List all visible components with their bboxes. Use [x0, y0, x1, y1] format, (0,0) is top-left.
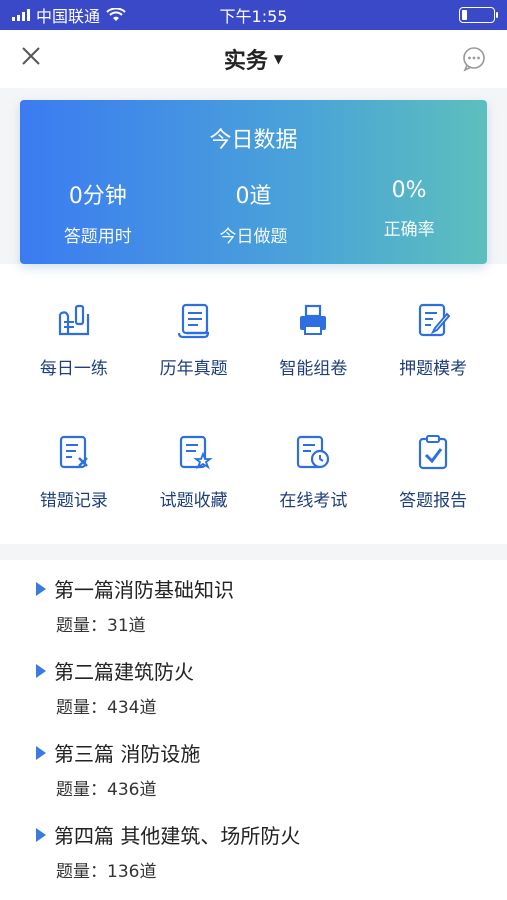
triangle-right-icon	[36, 745, 46, 760]
close-button[interactable]	[20, 44, 60, 74]
signal-icon	[12, 9, 30, 21]
grid-item-smart-paper[interactable]: 智能组卷	[254, 300, 374, 392]
chapter-item[interactable]: 第二篇建筑防火 题量：434道	[36, 656, 473, 718]
chapter-list: 第一篇消防基础知识 题量：31道 第二篇建筑防火 题量：434道 第三篇 消防设…	[0, 560, 507, 882]
chapter-item[interactable]: 第四篇 其他建筑、场所防火 题量：136道	[36, 820, 473, 882]
battery-icon	[459, 7, 498, 23]
chapter-title: 第二篇建筑防火	[54, 660, 194, 684]
data-card-wrap: 今日数据 0分钟 答题用时 0道 今日做题 0% 正确率	[0, 88, 507, 264]
carrier-label: 中国联通	[36, 7, 101, 26]
data-card-title: 今日数据	[209, 128, 298, 153]
close-icon	[22, 47, 40, 65]
triangle-right-icon	[36, 581, 46, 596]
wifi-icon	[106, 8, 126, 21]
grid-item-wrong-answers[interactable]: 错题记录	[14, 432, 134, 524]
caret-down-icon: ▼	[273, 52, 284, 66]
message-button[interactable]	[447, 46, 487, 72]
feature-grid: 每日一练 历年真题 智能组卷 押题模考 错题记录 试题收藏 在线考试 答题报告	[0, 264, 507, 544]
grid-item-favorites[interactable]: 试题收藏	[134, 432, 254, 524]
scroll-icon	[177, 303, 209, 339]
stat-questions: 0道 今日做题	[176, 178, 330, 247]
page-title: 实务	[223, 49, 268, 74]
chapter-title-row: 第一篇消防基础知识	[36, 574, 473, 603]
grid-item-past-papers[interactable]: 历年真题	[134, 300, 254, 392]
stat-label: 答题用时	[63, 227, 132, 247]
grid-label: 试题收藏	[159, 491, 228, 511]
today-data-card: 今日数据 0分钟 答题用时 0道 今日做题 0% 正确率	[20, 100, 487, 264]
stat-label: 今日做题	[219, 227, 288, 247]
grid-label: 智能组卷	[279, 359, 348, 379]
chapter-count: 题量：136道	[56, 862, 157, 882]
stat-value: 0%	[391, 178, 427, 203]
grid-label: 在线考试	[279, 491, 348, 511]
timer-document-icon	[297, 435, 330, 469]
grid-label: 每日一练	[39, 359, 108, 379]
grid-item-online-exam[interactable]: 在线考试	[254, 432, 374, 524]
stat-value: 0分钟	[68, 184, 127, 209]
grid-label: 答题报告	[399, 491, 468, 511]
stat-value: 0道	[235, 184, 272, 209]
triangle-right-icon	[36, 827, 46, 842]
stat-label: 正确率	[383, 220, 435, 240]
grid-item-mock-exam[interactable]: 押题模考	[373, 300, 493, 392]
grid-item-daily-practice[interactable]: 每日一练	[14, 300, 134, 392]
printer-icon	[300, 304, 327, 335]
wrong-answer-icon	[59, 435, 88, 469]
status-left: 中国联通	[12, 3, 126, 27]
chapter-title: 第四篇 其他建筑、场所防火	[54, 824, 301, 848]
chapter-count: 题量：31道	[56, 616, 146, 636]
stat-accuracy: 0% 正确率	[332, 178, 486, 247]
grid-label: 历年真题	[159, 359, 228, 379]
chapter-title-row: 第四篇 其他建筑、场所防火	[36, 820, 473, 849]
stat-time: 0分钟 答题用时	[21, 178, 175, 247]
status-bar: 中国联通 下午1:55	[0, 0, 507, 30]
section-divider	[0, 544, 507, 560]
chapter-title: 第一篇消防基础知识	[54, 578, 234, 602]
grid-label: 错题记录	[39, 491, 108, 511]
chapter-title-row: 第三篇 消防设施	[36, 738, 473, 767]
triangle-right-icon	[36, 663, 46, 678]
grid-item-report[interactable]: 答题报告	[373, 432, 493, 524]
nav-bar: 实务 ▼	[0, 30, 507, 88]
report-check-icon	[419, 435, 448, 470]
chapter-item[interactable]: 第三篇 消防设施 题量：436道	[36, 738, 473, 800]
chapter-item[interactable]: 第一篇消防基础知识 题量：31道	[36, 574, 473, 636]
favorite-document-icon	[179, 435, 213, 470]
chapter-title: 第三篇 消防设施	[54, 742, 201, 766]
edit-document-icon	[419, 303, 451, 337]
chapter-title-row: 第二篇建筑防火	[36, 656, 473, 685]
chapter-count: 题量：436道	[56, 780, 157, 800]
chat-bubble-icon	[463, 47, 485, 72]
grid-label: 押题模考	[399, 359, 468, 379]
daily-practice-icon	[58, 304, 89, 336]
subject-dropdown[interactable]: 实务 ▼	[224, 43, 283, 75]
stats-row: 0分钟 答题用时 0道 今日做题 0% 正确率	[20, 178, 487, 247]
chapter-count: 题量：434道	[56, 698, 157, 718]
